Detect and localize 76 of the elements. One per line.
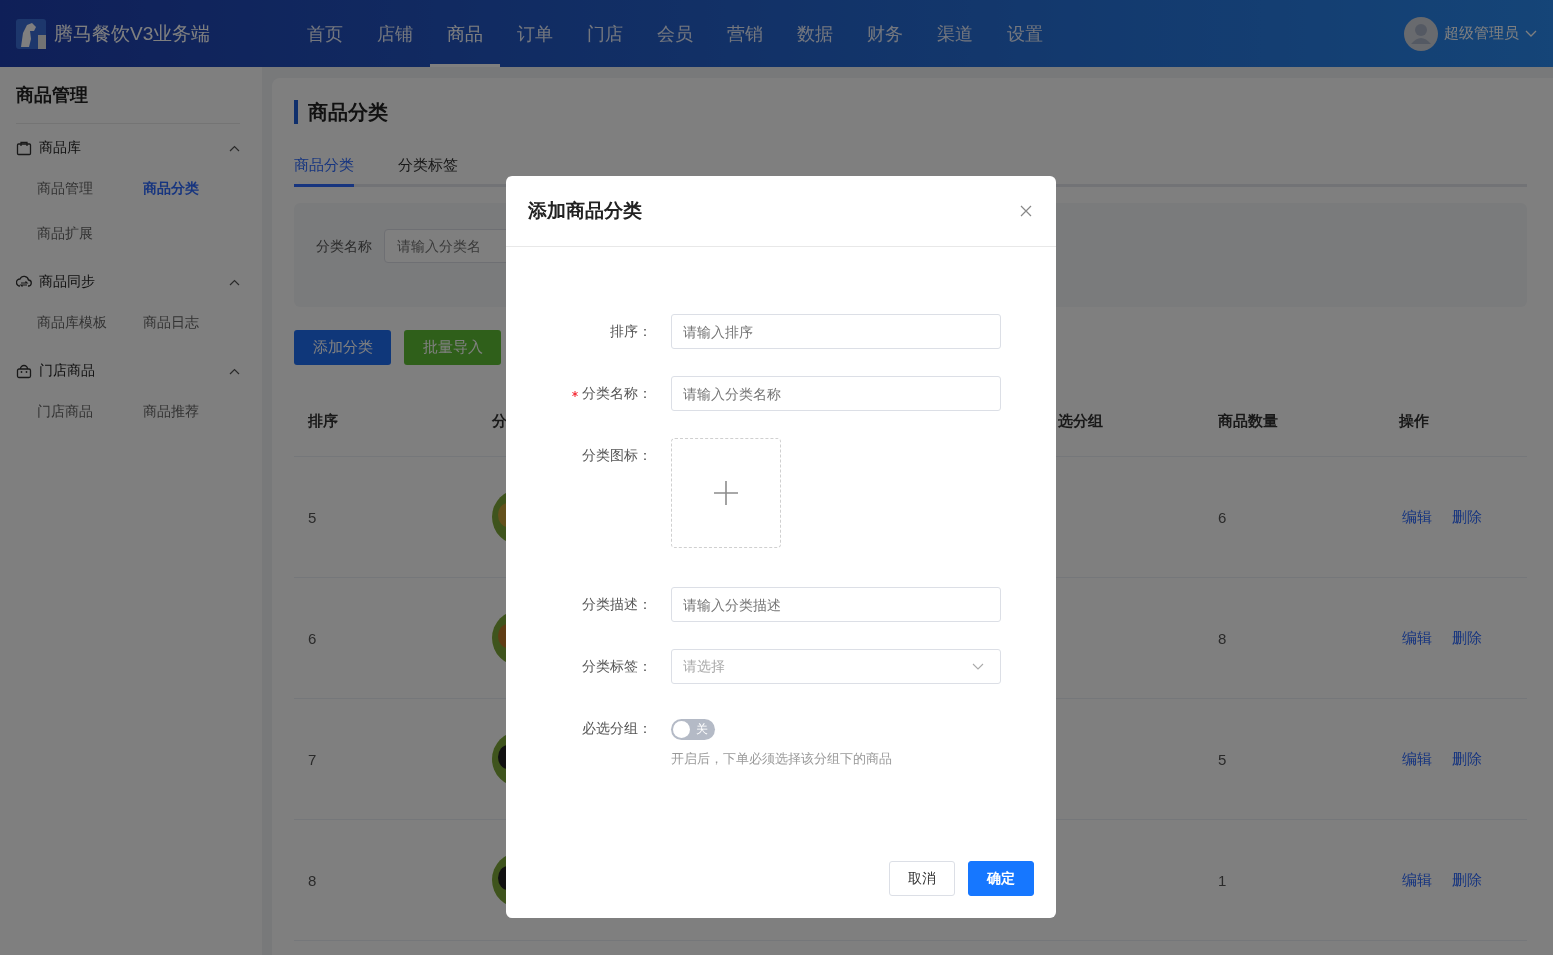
table-cell-text: 6 — [307, 629, 318, 647]
app-name: 腾马餐饮V3业务端 — [54, 21, 211, 46]
menu-item[interactable]: 商品库模板 — [37, 296, 143, 341]
nav-tab[interactable]: 商品 — [430, 0, 500, 67]
field-label: 分类名称： — [582, 384, 652, 403]
menu-group[interactable]: 商品同步 — [16, 268, 240, 296]
action-link[interactable]: 删除 — [1452, 870, 1482, 890]
nav-tab[interactable]: 渠道 — [920, 0, 990, 67]
add-button[interactable]: 添加分类 — [294, 330, 391, 365]
input-field[interactable]: 请输入排序 — [671, 314, 1001, 349]
import-button[interactable]: 批量导入 — [404, 330, 501, 365]
table-cell-text: 8 — [307, 871, 318, 889]
table-cell-text: 8 — [1218, 629, 1228, 647]
action-link[interactable]: 删除 — [1452, 507, 1482, 527]
filter-label: 分类名称 — [316, 237, 372, 256]
select-field[interactable]: 请选择 — [671, 649, 1001, 684]
nav-tab[interactable]: 财务 — [850, 0, 920, 67]
menu-item[interactable]: 商品分类 — [143, 162, 243, 207]
action-link[interactable]: 编辑 — [1402, 628, 1432, 648]
action-link[interactable]: 删除 — [1452, 749, 1482, 769]
input-field[interactable]: 请输入分类名称 — [671, 376, 1001, 411]
nav-tab[interactable]: 数据 — [780, 0, 850, 67]
column-header: 商品数量 — [1218, 411, 1279, 431]
menu-group[interactable]: 门店商品 — [16, 357, 240, 385]
field-label: 分类标签： — [582, 657, 652, 676]
toggle-switch[interactable]: 关 — [671, 719, 715, 740]
action-link[interactable]: 删除 — [1452, 628, 1482, 648]
horse-logo-icon — [16, 18, 46, 49]
field-label: 必选分组： — [582, 719, 652, 738]
plus-icon — [713, 480, 739, 506]
nav-tab[interactable]: 店铺 — [360, 0, 430, 67]
column-header: 选分组 — [1057, 411, 1104, 431]
close-icon[interactable] — [1020, 205, 1032, 217]
cloud-sync-icon — [16, 274, 32, 290]
hint-text: 开启后，下单必须选择该分组下的商品 — [671, 750, 892, 768]
sidebar-title: 商品管理 — [16, 84, 89, 107]
action-link[interactable]: 编辑 — [1402, 507, 1432, 527]
bag-icon — [16, 140, 32, 156]
required-icon — [572, 390, 578, 397]
nav-tab[interactable]: 设置 — [990, 0, 1060, 67]
menu-group[interactable]: 商品库 — [16, 134, 240, 162]
dialog-title: 添加商品分类 — [528, 199, 642, 223]
menu-item[interactable]: 商品日志 — [143, 296, 243, 341]
cancel-button[interactable]: 取消 — [889, 861, 955, 896]
table-cell-text: 1 — [1218, 871, 1228, 889]
table-cell-text: 5 — [1218, 750, 1228, 768]
chevron-down-icon — [1525, 29, 1537, 38]
user-name[interactable]: 超级管理员 — [1444, 24, 1519, 43]
table-cell-text: 5 — [307, 508, 318, 526]
column-header: 操作 — [1399, 411, 1430, 431]
table-cell-text: 7 — [307, 750, 318, 768]
field-label: 排序： — [610, 322, 652, 341]
nav-tab[interactable]: 门店 — [570, 0, 640, 67]
menu-item[interactable]: 商品扩展 — [37, 207, 143, 252]
store-bag-icon — [16, 363, 32, 379]
tab[interactable]: 分类标签 — [398, 156, 458, 187]
tab[interactable]: 商品分类 — [294, 156, 354, 187]
table-cell-text: 6 — [1218, 508, 1228, 526]
page-title: 商品分类 — [294, 100, 1527, 124]
menu-item[interactable]: 商品管理 — [37, 162, 143, 207]
field-label: 分类描述： — [582, 595, 652, 614]
menu-item[interactable]: 商品推荐 — [143, 385, 243, 430]
nav-tab[interactable]: 订单 — [500, 0, 570, 67]
nav-tab[interactable]: 首页 — [290, 0, 360, 67]
action-link[interactable]: 编辑 — [1402, 749, 1432, 769]
confirm-button[interactable]: 确定 — [968, 861, 1034, 896]
avatar-icon — [1404, 16, 1438, 51]
nav-tab[interactable]: 营销 — [710, 0, 780, 67]
menu-item[interactable]: 门店商品 — [37, 385, 143, 430]
nav-tab[interactable]: 会员 — [640, 0, 710, 67]
input-field[interactable]: 请输入分类描述 — [671, 587, 1001, 622]
column-header: 排序 — [307, 411, 339, 431]
chevron-down-icon — [972, 663, 984, 670]
field-label: 分类图标： — [582, 447, 652, 465]
column-header: 分 — [492, 411, 508, 431]
action-link[interactable]: 编辑 — [1402, 870, 1432, 890]
